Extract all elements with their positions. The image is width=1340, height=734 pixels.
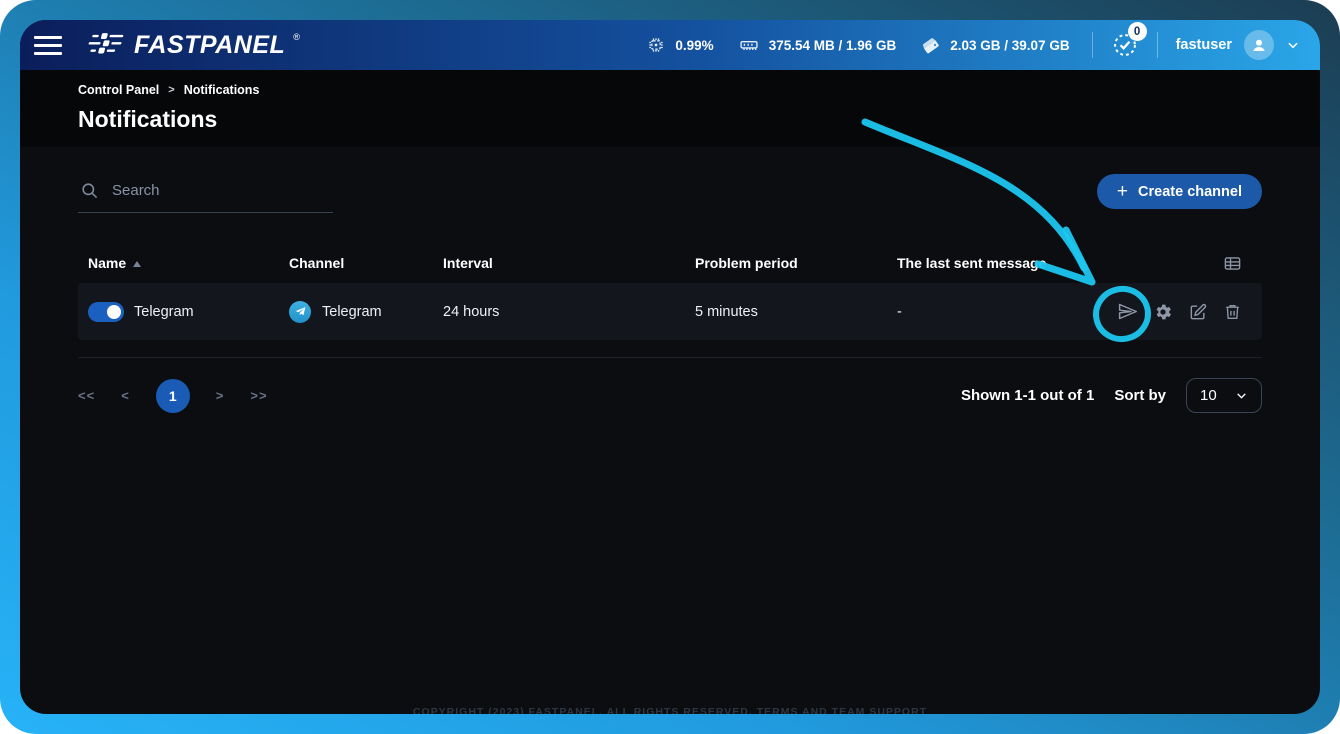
page-info: Shown 1-1 out of 1 Sort by 10: [961, 378, 1262, 413]
column-channel[interactable]: Channel: [289, 255, 443, 271]
breadcrumb-notifications[interactable]: Notifications: [184, 83, 260, 97]
cell-last-sent-message: -: [897, 304, 1117, 320]
cpu-icon: [646, 35, 666, 55]
gear-icon: [1153, 302, 1173, 322]
plus-icon: +: [1117, 182, 1128, 201]
ram-icon: [738, 35, 760, 55]
ram-stat: 375.54 MB / 1.96 GB: [738, 35, 897, 55]
disk-value: 2.03 GB / 39.07 GB: [950, 38, 1069, 53]
user-icon: [1250, 36, 1268, 54]
menu-icon[interactable]: [32, 29, 64, 61]
page-header: Control Panel > Notifications Notificati…: [20, 70, 1320, 147]
breadcrumb: Control Panel > Notifications: [78, 83, 1262, 97]
brand-name: FASTPANEL: [134, 31, 285, 59]
edit-button[interactable]: [1188, 302, 1208, 322]
trash-icon: [1223, 302, 1242, 322]
chevron-down-icon: [1286, 38, 1300, 52]
chevron-down-icon: [1235, 389, 1248, 402]
cell-problem-period: 5 minutes: [695, 304, 897, 320]
avatar: [1244, 30, 1274, 60]
username: fastuser: [1176, 37, 1232, 53]
create-channel-button[interactable]: + Create channel: [1097, 174, 1262, 209]
disk-icon: [920, 35, 941, 56]
next-page-button[interactable]: >: [216, 388, 225, 403]
notifications-table: Name Channel Interval Problem period The…: [78, 243, 1262, 358]
registered-mark: ®: [293, 32, 300, 42]
telegram-icon: [289, 301, 311, 323]
column-problem-period[interactable]: Problem period: [695, 255, 897, 271]
paper-plane-glyph: [294, 305, 307, 318]
column-interval[interactable]: Interval: [443, 255, 695, 271]
footer-copyright: COPYRIGHT (2023) FASTPANEL. ALL RIGHTS R…: [20, 706, 1320, 714]
page-size-value: 10: [1200, 387, 1217, 404]
send-icon: [1117, 301, 1138, 322]
enabled-toggle[interactable]: [88, 302, 124, 322]
window-frame: FASTPANEL ® 0.99% 375: [0, 0, 1340, 734]
edit-icon: [1188, 302, 1208, 322]
delete-button[interactable]: [1223, 302, 1242, 322]
cpu-value: 0.99%: [675, 38, 713, 53]
cell-name: Telegram: [88, 302, 289, 322]
tasks-button[interactable]: 0: [1111, 31, 1139, 59]
settings-button[interactable]: [1153, 302, 1173, 322]
table-row-telegram: Telegram Telegram 24 hours 5 minutes -: [78, 283, 1262, 340]
disk-stat: 2.03 GB / 39.07 GB: [920, 35, 1069, 56]
tasks-count-badge: 0: [1128, 22, 1147, 41]
page-title: Notifications: [78, 106, 1262, 133]
cell-interval: 24 hours: [443, 304, 695, 320]
channel-type: Telegram: [322, 304, 382, 320]
search-input[interactable]: [112, 182, 331, 199]
table-header-row: Name Channel Interval Problem period The…: [78, 243, 1262, 283]
page-size-select[interactable]: 10: [1186, 378, 1262, 413]
shown-count-label: Shown 1-1 out of 1: [961, 387, 1094, 404]
resource-stats: 0.99% 375.54 MB / 1.96 GB: [646, 35, 1069, 56]
column-name[interactable]: Name: [88, 255, 289, 271]
last-page-button[interactable]: >>: [250, 388, 267, 403]
row-actions: [1117, 301, 1242, 322]
breadcrumb-control-panel[interactable]: Control Panel: [78, 83, 159, 97]
breadcrumb-separator: >: [168, 84, 174, 96]
search-icon: [80, 181, 99, 200]
sort-by-label: Sort by: [1114, 387, 1166, 404]
divider: [1092, 32, 1093, 58]
sort-asc-icon: [133, 261, 141, 267]
ram-value: 375.54 MB / 1.96 GB: [769, 38, 897, 53]
controls-row: + Create channel: [78, 173, 1262, 213]
equalizer-logo-icon: [86, 31, 126, 57]
column-last-sent-message[interactable]: The last sent message: [897, 255, 1223, 271]
pagination-row: << < 1 > >> Shown 1-1 out of 1 Sort by 1…: [78, 378, 1262, 413]
table-columns-icon: [1223, 254, 1242, 273]
user-menu[interactable]: fastuser: [1176, 30, 1300, 60]
first-page-button[interactable]: <<: [78, 388, 95, 403]
topbar: FASTPANEL ® 0.99% 375: [20, 20, 1320, 70]
prev-page-button[interactable]: <: [121, 388, 130, 403]
search-box: [78, 173, 333, 213]
create-channel-label: Create channel: [1138, 184, 1242, 200]
channel-name: Telegram: [134, 304, 194, 320]
pager: << < 1 > >>: [78, 379, 268, 413]
cpu-stat: 0.99%: [646, 35, 713, 55]
brand-logo[interactable]: FASTPANEL ®: [86, 31, 300, 59]
cell-channel: Telegram: [289, 301, 443, 323]
column-settings-button[interactable]: [1223, 254, 1242, 273]
divider: [1157, 32, 1158, 58]
content: + Create channel Name Channel Interval P…: [20, 173, 1320, 413]
send-test-message-button[interactable]: [1117, 301, 1138, 322]
page-1-button[interactable]: 1: [156, 379, 190, 413]
app-window: FASTPANEL ® 0.99% 375: [20, 20, 1320, 714]
